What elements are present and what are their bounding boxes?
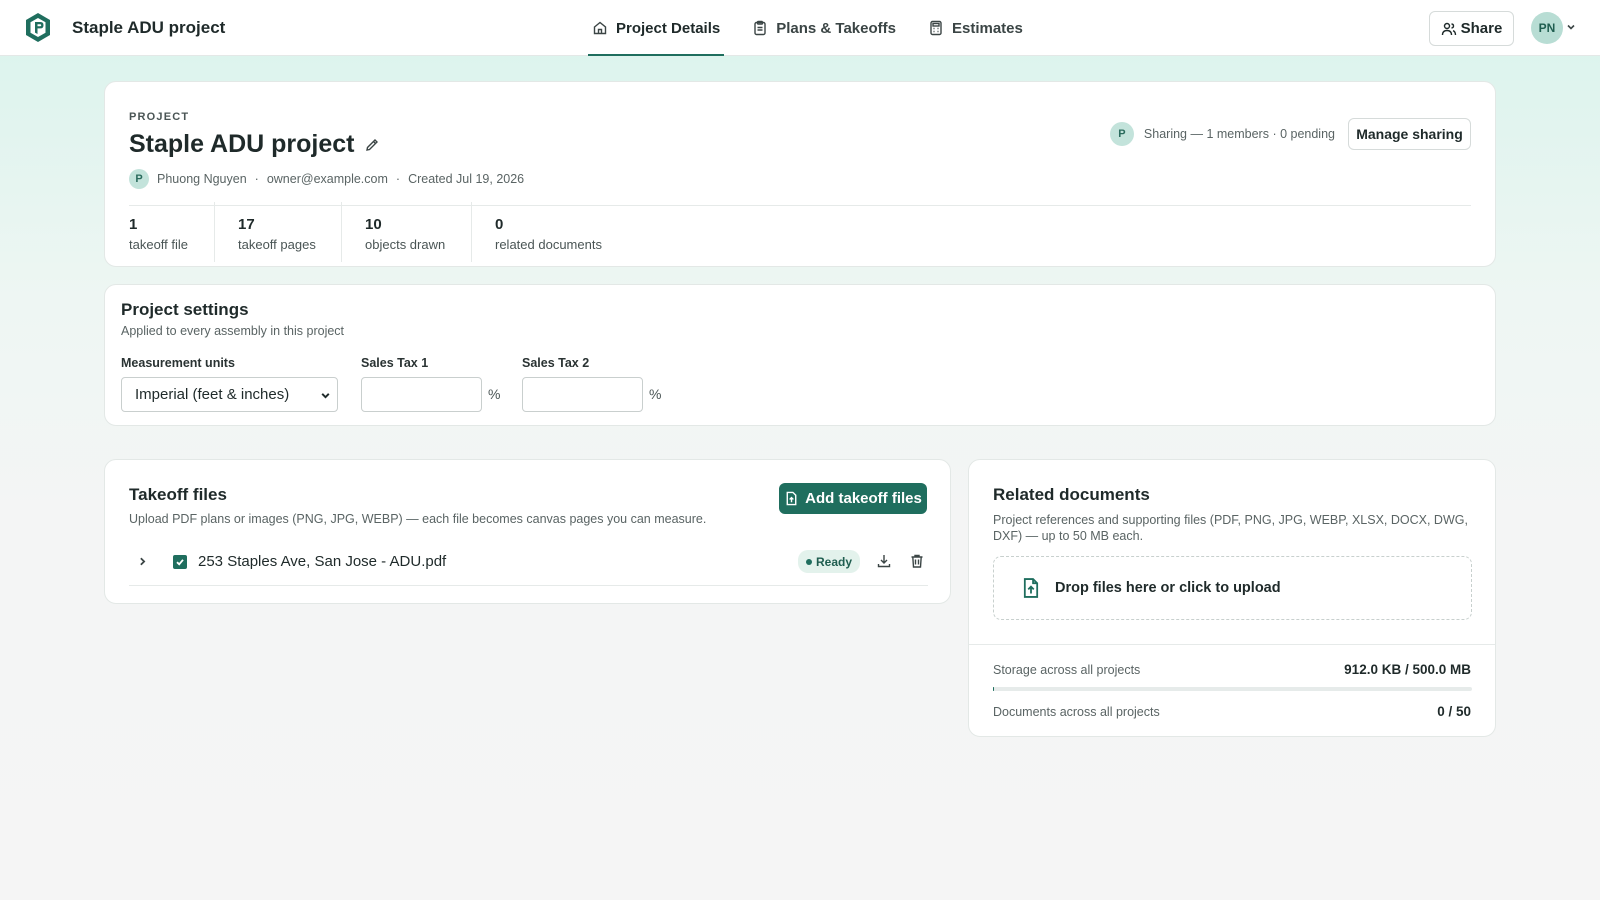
stat-related-documents: 0 related documents: [495, 216, 602, 252]
main-tabs: Project Details Plans & Takeoffs Estimat…: [588, 0, 1051, 56]
related-title: Related documents: [993, 485, 1150, 504]
documents-value: 0 / 50: [1437, 704, 1471, 719]
status-label: Ready: [815, 554, 853, 569]
status-badge: Ready: [798, 550, 860, 573]
project-name: Staple ADU project: [129, 130, 355, 158]
stat-value: 1: [129, 216, 138, 233]
file-upload-icon: [786, 491, 797, 506]
related-documents-card: Related documents Project references and…: [968, 459, 1496, 737]
storage-divider: [969, 644, 1495, 645]
settings-title: Project settings: [121, 300, 249, 319]
takeoff-file-row[interactable]: 253 Staples Ave, San Jose - ADU.pdf Read…: [129, 545, 928, 586]
storage-label: Storage across all projects: [993, 663, 1141, 677]
stat-label: related documents: [495, 237, 602, 252]
add-takeoff-files-button[interactable]: Add takeoff files: [779, 483, 927, 514]
status-dot: [805, 558, 812, 565]
project-settings-card: Project settings Applied to every assemb…: [104, 284, 1496, 426]
trash-icon[interactable]: [909, 553, 925, 569]
takeoff-title: Takeoff files: [129, 485, 227, 504]
storage-progress-fill: [993, 687, 994, 691]
manage-sharing-button[interactable]: Manage sharing: [1348, 118, 1471, 150]
chevron-right-icon[interactable]: [137, 556, 148, 567]
owner-avatar: P: [129, 169, 149, 189]
measurement-units-select[interactable]: Imperial (feet & inches): [121, 377, 338, 412]
stat-divider: [214, 202, 215, 262]
download-icon[interactable]: [876, 553, 892, 569]
stat-objects-drawn: 10 objects drawn: [365, 216, 445, 252]
stat-value: 17: [238, 216, 255, 233]
user-avatar[interactable]: PN: [1531, 12, 1563, 44]
units-value: Imperial (feet & inches): [135, 386, 290, 403]
sales-tax-2-input[interactable]: [522, 377, 643, 412]
sales-tax-1-input[interactable]: [361, 377, 482, 412]
stat-takeoff-pages: 17 takeoff pages: [238, 216, 316, 252]
tab-project-details[interactable]: Project Details: [588, 0, 725, 56]
sales-tax-1-label: Sales Tax 1: [361, 356, 429, 370]
stat-divider: [471, 202, 472, 262]
share-button[interactable]: Share: [1429, 11, 1514, 46]
project-card: PROJECT Staple ADU project P Phuong Nguy…: [104, 81, 1496, 267]
clipboard-icon: [754, 20, 766, 36]
storage-value: 912.0 KB / 500.0 MB: [1344, 662, 1471, 677]
stat-value: 10: [365, 216, 382, 233]
tab-label: Project Details: [616, 19, 721, 37]
sharing-status: Sharing — 1 members · 0 pending: [1143, 127, 1335, 141]
sharing-summary: P Sharing — 1 members · 0 pending Manage…: [1109, 118, 1471, 150]
app-logo-icon: [26, 13, 50, 42]
sales-tax-2-label: Sales Tax 2: [522, 356, 590, 370]
sharing-avatar: P: [1109, 122, 1134, 146]
stat-divider: [341, 202, 342, 262]
calculator-icon: [930, 20, 942, 36]
tab-estimates[interactable]: Estimates: [924, 0, 1027, 56]
documents-label: Documents across all projects: [993, 705, 1160, 719]
home-icon: [593, 21, 607, 35]
stat-value: 0: [495, 216, 504, 233]
project-meta: P Phuong Nguyen · owner@example.com · Cr…: [129, 169, 524, 189]
file-upload-icon: [1023, 578, 1039, 598]
related-subtitle: Project references and supporting files …: [993, 513, 1468, 543]
owner-name: Phuong Nguyen: [157, 172, 247, 186]
project-eyebrow: PROJECT: [129, 111, 190, 123]
tab-label: Estimates: [951, 19, 1023, 37]
stat-label: objects drawn: [365, 237, 446, 252]
percent-sign: %: [649, 386, 662, 402]
pencil-icon[interactable]: [364, 137, 380, 153]
stat-label: takeoff pages: [238, 237, 316, 252]
stat-takeoff-files: 1 takeoff file: [129, 216, 188, 252]
file-checkbox[interactable]: [173, 555, 187, 569]
stats-divider-top: [129, 205, 1471, 206]
chevron-down-icon: [321, 393, 330, 399]
created-date: Created Jul 19, 2026: [408, 172, 525, 186]
settings-subtitle: Applied to every assembly in this projec…: [121, 324, 345, 338]
upload-dropzone[interactable]: Drop files here or click to upload: [993, 556, 1472, 620]
brand[interactable]: Staple ADU project: [24, 12, 225, 44]
percent-sign: %: [488, 386, 501, 402]
meta-separator: ·: [254, 172, 259, 186]
dropzone-label: Drop files here or click to upload: [1055, 580, 1281, 596]
top-navigation-bar: Staple ADU project Project Details Plans…: [0, 0, 1600, 56]
tab-plans-takeoffs[interactable]: Plans & Takeoffs: [748, 0, 900, 56]
owner-email: owner@example.com: [266, 172, 388, 186]
meta-separator: ·: [395, 172, 401, 186]
file-name: 253 Staples Ave, San Jose - ADU.pdf: [198, 553, 447, 570]
units-label: Measurement units: [121, 356, 235, 370]
tab-label: Plans & Takeoffs: [776, 19, 896, 37]
checkmark-icon: [176, 559, 184, 566]
share-label: Share: [1460, 20, 1503, 37]
takeoff-subtitle: Upload PDF plans or images (PNG, JPG, WE…: [129, 512, 707, 526]
chevron-down-icon[interactable]: [1566, 22, 1576, 32]
takeoff-files-card: Takeoff files Upload PDF plans or images…: [104, 459, 951, 604]
users-icon: [1441, 22, 1456, 35]
add-takeoff-label: Add takeoff files: [805, 490, 922, 507]
app-title: Staple ADU project: [72, 18, 226, 37]
stat-label: takeoff file: [129, 237, 189, 252]
storage-progress-bar: [993, 687, 1472, 691]
